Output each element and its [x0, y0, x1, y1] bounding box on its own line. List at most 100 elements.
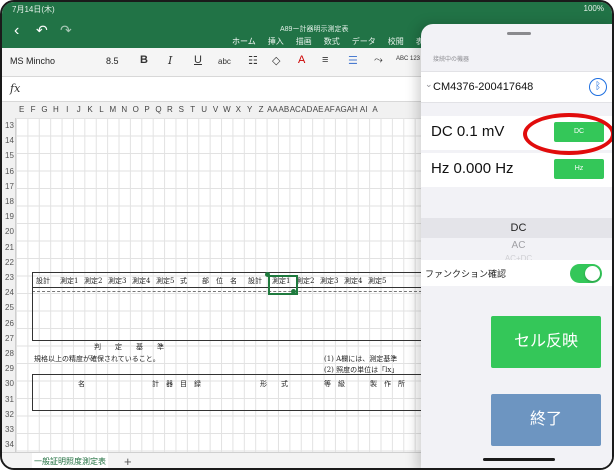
- form-cell-label: 設計: [248, 277, 262, 285]
- undo-icon[interactable]: ↶: [36, 22, 48, 39]
- row-header-cell[interactable]: 24: [2, 285, 16, 301]
- row-header-cell[interactable]: 23: [2, 270, 16, 286]
- form-line: [32, 374, 33, 410]
- row-header-cell[interactable]: 14: [2, 133, 16, 149]
- chevron-down-icon: ⌄: [425, 79, 433, 89]
- tab-draw[interactable]: 描画: [296, 36, 312, 48]
- row-header-cell[interactable]: 29: [2, 361, 16, 377]
- form-cell-label: 測定4: [344, 277, 363, 285]
- column-header-cell[interactable]: V: [210, 102, 221, 118]
- form-cell-label: 名: [230, 277, 237, 285]
- column-header-cell[interactable]: Q: [153, 102, 164, 118]
- tab-review[interactable]: 校閲: [388, 36, 404, 48]
- fill-color-icon[interactable]: ◇: [272, 54, 280, 67]
- column-header-cell[interactable]: AI: [358, 102, 369, 118]
- strikethrough-button[interactable]: abc: [218, 57, 231, 66]
- column-header-cell[interactable]: G: [39, 102, 50, 118]
- row-header-cell[interactable]: 22: [2, 254, 16, 270]
- row-header-cell[interactable]: 21: [2, 239, 16, 255]
- column-header-cell[interactable]: AE: [312, 102, 324, 118]
- font-color-icon[interactable]: A: [298, 54, 305, 66]
- hz-button[interactable]: Hz: [554, 159, 604, 179]
- row-header-cell[interactable]: 32: [2, 406, 16, 422]
- column-header-cell[interactable]: J: [73, 102, 84, 118]
- picker-selected[interactable]: DC: [421, 218, 612, 238]
- tab-insert[interactable]: 挿入: [268, 36, 284, 48]
- row-header-cell[interactable]: 27: [2, 330, 16, 346]
- wrap-text-icon[interactable]: ☰: [348, 54, 358, 67]
- cell-reflect-button[interactable]: セル反映: [491, 316, 601, 368]
- device-row[interactable]: ⌄ CM4376-200417648 ᛒ: [421, 71, 612, 103]
- end-button[interactable]: 終了: [491, 394, 601, 446]
- header-model: 形 式: [260, 380, 288, 388]
- add-sheet-button[interactable]: +: [124, 454, 132, 468]
- row-header-cell[interactable]: 20: [2, 224, 16, 240]
- row-header-cell[interactable]: 26: [2, 315, 16, 331]
- selection-handle[interactable]: [265, 272, 270, 277]
- column-header-cell[interactable]: L: [96, 102, 107, 118]
- column-header-cell[interactable]: U: [198, 102, 209, 118]
- column-header-cell[interactable]: AA: [267, 102, 278, 118]
- column-header-cell[interactable]: K: [84, 102, 95, 118]
- column-header-cell[interactable]: T: [187, 102, 198, 118]
- borders-icon[interactable]: ☷: [248, 54, 258, 67]
- readout-row-hz: Hz 0.000 Hz Hz: [421, 153, 612, 187]
- form-cell-label: 設計: [36, 277, 50, 285]
- column-header-cell[interactable]: AD: [301, 102, 312, 118]
- column-header-cell[interactable]: AB: [278, 102, 290, 118]
- sheet-tab[interactable]: 一般証明照度測定表: [32, 453, 108, 468]
- bold-button[interactable]: B: [140, 54, 148, 66]
- align-icon[interactable]: ≡: [322, 54, 328, 66]
- column-header-cell[interactable]: F: [27, 102, 38, 118]
- redo-icon[interactable]: ↷: [60, 22, 72, 39]
- column-header-cell[interactable]: W: [221, 102, 232, 118]
- merge-icon[interactable]: ⤳: [374, 54, 383, 67]
- column-header-cell[interactable]: N: [119, 102, 130, 118]
- column-header-cell[interactable]: AG: [335, 102, 347, 118]
- font-size-select[interactable]: 8.5: [106, 56, 119, 66]
- tab-home[interactable]: ホーム: [232, 36, 256, 50]
- number-format-button[interactable]: ABC 123: [396, 56, 420, 62]
- column-header-cell[interactable]: E: [16, 102, 27, 118]
- column-header-cell[interactable]: O: [130, 102, 141, 118]
- column-header-cell[interactable]: Y: [244, 102, 255, 118]
- row-header-cell[interactable]: 18: [2, 194, 16, 210]
- row-header-cell[interactable]: 16: [2, 163, 16, 179]
- column-header-cell[interactable]: AC: [290, 102, 301, 118]
- function-check-toggle[interactable]: [570, 264, 602, 283]
- row-header-cell[interactable]: 15: [2, 148, 16, 164]
- column-header-cell[interactable]: M: [107, 102, 118, 118]
- row-header-cell[interactable]: 17: [2, 178, 16, 194]
- picker-option[interactable]: AC: [421, 240, 612, 251]
- column-header-cell[interactable]: R: [164, 102, 175, 118]
- row-header-cell[interactable]: 34: [2, 437, 16, 453]
- selection-handle[interactable]: [291, 289, 296, 294]
- row-header-cell[interactable]: 25: [2, 300, 16, 316]
- panel-grabber[interactable]: [507, 32, 531, 35]
- tab-formulas[interactable]: 数式: [324, 36, 340, 48]
- row-header-cell[interactable]: 13: [2, 118, 16, 134]
- column-header-cell[interactable]: H: [50, 102, 61, 118]
- italic-button[interactable]: I: [168, 54, 172, 67]
- row-header-cell[interactable]: 30: [2, 376, 16, 392]
- column-header-cell[interactable]: AF: [324, 102, 335, 118]
- tab-data[interactable]: データ: [352, 36, 376, 48]
- column-header-cell[interactable]: P: [141, 102, 152, 118]
- column-header-cell[interactable]: I: [62, 102, 73, 118]
- column-header-cell[interactable]: A: [369, 102, 380, 118]
- form-line: [32, 340, 422, 341]
- dc-readout: DC 0.1 mV: [431, 123, 505, 140]
- bluetooth-icon[interactable]: ᛒ: [589, 78, 607, 96]
- row-header-cell[interactable]: 19: [2, 209, 16, 225]
- column-header-cell[interactable]: X: [233, 102, 244, 118]
- row-header-cell[interactable]: 31: [2, 391, 16, 407]
- font-name-select[interactable]: MS Mincho: [10, 56, 55, 66]
- underline-button[interactable]: U: [194, 54, 202, 66]
- row-header-cell[interactable]: 33: [2, 422, 16, 438]
- column-header-cell[interactable]: S: [176, 102, 187, 118]
- column-header-cell[interactable]: Z: [255, 102, 266, 118]
- column-header-cell[interactable]: AH: [347, 102, 358, 118]
- form-dashed-line: [32, 291, 422, 292]
- back-icon[interactable]: ‹: [14, 22, 19, 40]
- row-header-cell[interactable]: 28: [2, 346, 16, 362]
